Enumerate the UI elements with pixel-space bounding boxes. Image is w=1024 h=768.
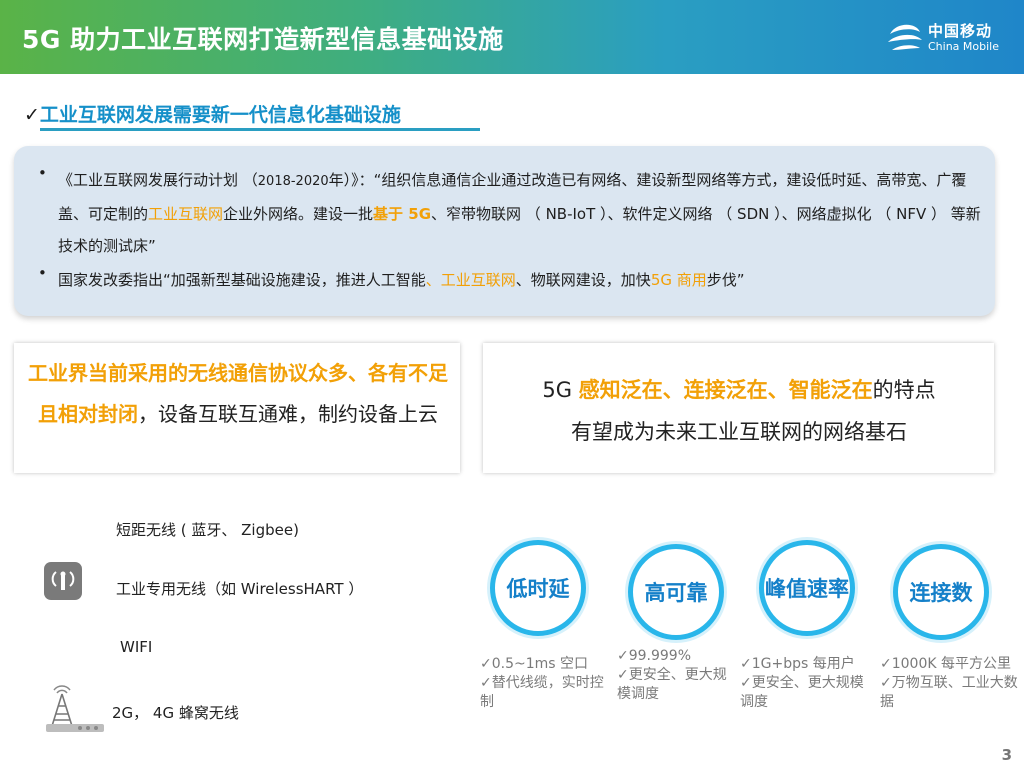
feature-desc-line: ✓0.5~1ms 空口 — [480, 656, 589, 672]
problem-statement-text: 工业界当前采用的无线通信协议众多、各有不足且相对封闭，设备互联互通难，制约设备上… — [26, 353, 450, 435]
bullet-1-part-3: 企业外网络。建设一批 — [223, 205, 374, 223]
page-number: 3 — [1001, 746, 1012, 764]
bullet-icon: • — [38, 164, 47, 182]
feature-label-connections: 连接数 — [909, 581, 973, 605]
feature-desc-line: ✓更安全、更大规模调度 — [617, 667, 727, 702]
feature-label-peak-rate: 峰值速率 — [765, 577, 849, 601]
feature-desc-line: ✓1G+bps 每用户 — [740, 656, 855, 672]
feature-desc-line: ✓99.999% — [617, 648, 692, 664]
feature-desc-line: ✓万物互联、工业大数据 — [880, 675, 1018, 710]
feature-label-high-reliability: 高可靠 — [644, 581, 708, 605]
section-heading: ✓工业互联网发展需要新一代信息化基础设施 — [24, 100, 401, 127]
wireless-item-wifi: WIFI — [120, 638, 153, 656]
wireless-item-cellular: 2G， 4G 蜂窝无线 — [112, 704, 239, 722]
logo-english-text: China Mobile — [928, 40, 1000, 53]
bullet-2-part-1: 国家发改委指出“加强新型基础设施建设，推进人工智能 — [58, 271, 426, 289]
wireless-router-icon — [44, 562, 82, 600]
5g-highlight: 感知泛在、连接泛在、智能泛在 — [578, 378, 873, 402]
bullet-2-highlight-1: 、工业互联网 — [425, 271, 516, 289]
policy-info-box: • 《工业互联网发展行动计划 （2018-2020年）》：“组织信息通信企业通过… — [14, 146, 995, 316]
bullet-1-year: 2018-2020 — [257, 174, 329, 189]
feature-desc-low-latency: ✓0.5~1ms 空口 ✓替代线缆，实时控制 — [480, 655, 610, 712]
feature-desc-line: ✓替代线缆，实时控制 — [480, 675, 604, 710]
bullet-icon: • — [38, 264, 47, 282]
bullet-1-text: 《工业互联网发展行动计划 （2018-2020年）》：“组织信息通信企业通过改造… — [58, 164, 988, 262]
5g-line-2: 有望成为未来工业互联网的网络基石 — [571, 420, 907, 444]
feature-desc-line: ✓更安全、更大规模调度 — [740, 675, 864, 710]
feature-desc-line: ✓1000K 每平方公里 — [880, 656, 1011, 672]
wireless-item-short-range: 短距无线 ( 蓝牙、 Zigbee) — [116, 521, 299, 539]
logo-chinese-text: 中国移动 — [928, 22, 993, 40]
title-bar: 5G 助力工业互联网打造新型信息基础设施 中国移动 China Mobile — [0, 0, 1024, 74]
bullet-1-highlight-2: 基于 5G — [373, 205, 432, 223]
feature-circle-low-latency: 低时延 — [490, 540, 586, 636]
feature-label-low-latency: 低时延 — [506, 577, 570, 601]
feature-desc-high-reliability: ✓99.999% ✓更安全、更大规模调度 — [617, 647, 729, 704]
feature-desc-peak-rate: ✓1G+bps 每用户 ✓更安全、更大规模调度 — [740, 655, 864, 712]
feature-circle-peak-rate: 峰值速率 — [759, 540, 855, 636]
bullet-1-part-1: 《工业互联网发展行动计划 （ — [58, 171, 258, 189]
feature-circle-high-reliability: 高可靠 — [628, 544, 724, 640]
heading-underline — [40, 128, 480, 131]
bullet-2-highlight-2: 5G 商用 — [650, 271, 707, 289]
5g-statement-text: 5G 感知泛在、连接泛在、智能泛在的特点 有望成为未来工业互联网的网络基石 — [489, 369, 989, 453]
bullet-1-highlight-1: 工业互联网 — [148, 205, 224, 223]
bullet-2-part-3: 步伐” — [706, 271, 745, 289]
cell-tower-icon — [44, 684, 106, 734]
china-mobile-logo: 中国移动 China Mobile — [886, 16, 1000, 60]
bullet-2-part-2: 、物联网建设，加快 — [515, 271, 651, 289]
china-mobile-logo-icon — [888, 24, 922, 50]
5g-statement-box: 5G 感知泛在、连接泛在、智能泛在的特点 有望成为未来工业互联网的网络基石 — [483, 343, 994, 473]
bullet-2-text: 国家发改委指出“加强新型基础设施建设，推进人工智能、工业互联网、物联网建设，加快… — [58, 264, 988, 296]
5g-prefix: 5G — [542, 378, 579, 402]
slide-title: 5G 助力工业互联网打造新型信息基础设施 — [22, 25, 504, 54]
wireless-item-industrial: 工业专用无线（如 WirelessHART ） — [116, 580, 364, 598]
section-heading-text: 工业互联网发展需要新一代信息化基础设施 — [39, 104, 401, 126]
feature-desc-connections: ✓1000K 每平方公里 ✓万物互联、工业大数据 — [880, 655, 1020, 712]
check-icon: ✓ — [24, 104, 40, 126]
problem-statement-box: 工业界当前采用的无线通信协议众多、各有不足且相对封闭，设备互联互通难，制约设备上… — [14, 343, 460, 473]
feature-circle-connections: 连接数 — [893, 544, 989, 640]
5g-line-1-end: 的特点 — [872, 378, 936, 402]
problem-rest: ，设备互联互通难，制约设备上云 — [138, 402, 438, 426]
